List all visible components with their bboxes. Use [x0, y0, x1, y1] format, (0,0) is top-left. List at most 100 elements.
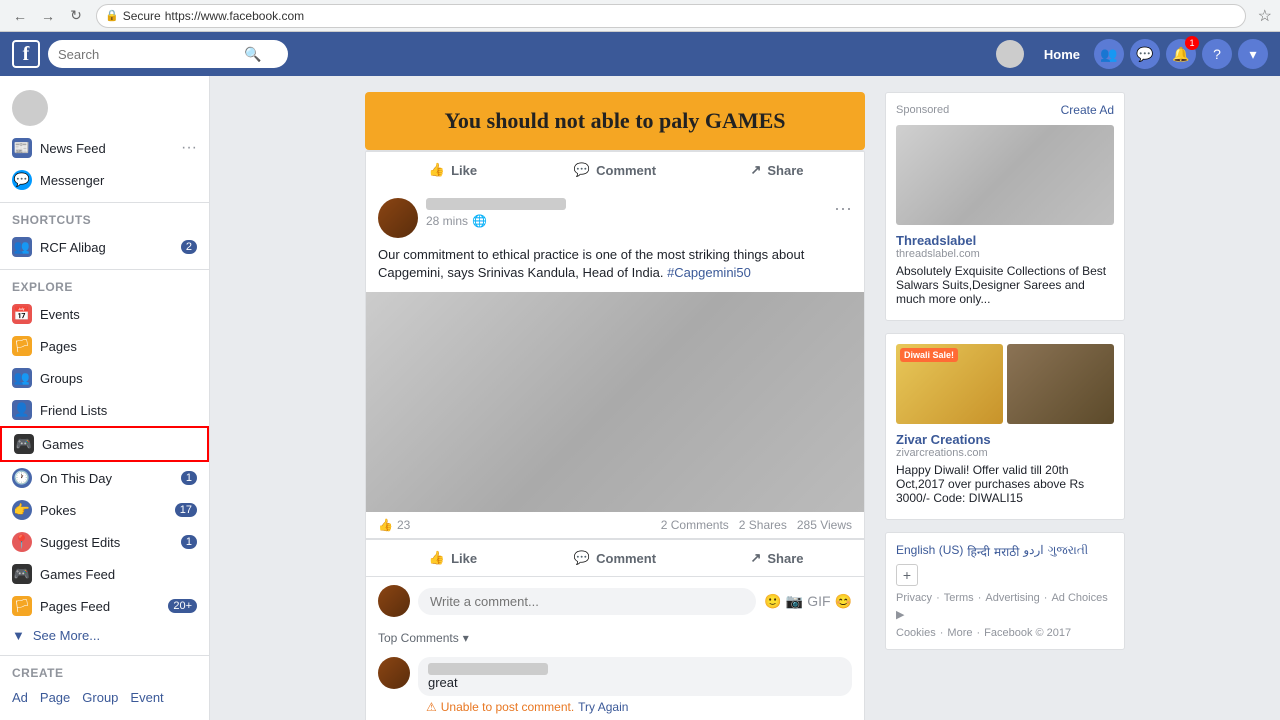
news-feed-more-icon[interactable]: ···: [181, 139, 197, 157]
friends-button[interactable]: 👥: [1094, 39, 1124, 69]
friends-icon: 👥: [1100, 46, 1117, 63]
ad1-brand[interactable]: Threadslabel: [896, 233, 1114, 248]
lang-gujarati[interactable]: ગુજરાતી: [1048, 543, 1089, 560]
sidebar-item-groups[interactable]: 👥 Groups: [0, 362, 209, 394]
news-feed-icon: 📰: [12, 138, 32, 158]
create-group-link[interactable]: Group: [82, 690, 118, 705]
ad1-desc: Absolutely Exquisite Collections of Best…: [896, 264, 1114, 306]
sidebar-item-messenger[interactable]: 💬 Messenger: [0, 164, 209, 196]
try-again-link[interactable]: Try Again: [578, 700, 628, 714]
create-ad-link[interactable]: Ad: [12, 690, 28, 705]
camera-icon[interactable]: 📷: [786, 593, 803, 610]
post-image: [366, 292, 864, 512]
comment-body: great: [418, 657, 852, 696]
like-button[interactable]: 👍 Like: [374, 544, 532, 572]
see-more-text: See More...: [33, 628, 100, 643]
post-time: 28 mins: [426, 214, 468, 228]
sidebar-item-onthisday[interactable]: 🕐 On This Day 1: [0, 462, 209, 494]
comment-error: ⚠ Unable to post comment. Try Again: [418, 700, 852, 714]
sidebar-item-gamesfeed[interactable]: 🎮 Games Feed: [0, 558, 209, 590]
share-icon-top: ↗: [750, 162, 761, 178]
share-button-top[interactable]: ↗ Share: [698, 156, 856, 184]
url-text: https://www.facebook.com: [165, 9, 304, 23]
sticker-icon[interactable]: 😊: [835, 593, 852, 610]
footer-sep-5: ·: [940, 627, 944, 639]
lang-urdu[interactable]: اردو: [1023, 543, 1043, 560]
post-hashtag[interactable]: #Capgemini50: [667, 265, 751, 280]
comment-button[interactable]: 💬 Comment: [536, 544, 694, 572]
like-icon-top: 👍: [429, 162, 445, 178]
sidebar-item-rcfali[interactable]: 👥 RCF Alibag 2: [0, 231, 209, 263]
create-event-link[interactable]: Event: [130, 690, 163, 705]
bookmark-icon[interactable]: ☆: [1258, 6, 1272, 26]
ad2-images: Diwali Sale!: [896, 344, 1114, 424]
ad2-brand[interactable]: Zivar Creations: [896, 432, 1114, 447]
home-link[interactable]: Home: [1044, 47, 1080, 62]
sidebar-item-events[interactable]: 📅 Events: [0, 298, 209, 330]
comment-button-top[interactable]: 💬 Comment: [536, 156, 694, 184]
forward-button[interactable]: →: [36, 4, 60, 28]
sidebar-item-suggestedits[interactable]: 📍 Suggest Edits 1: [0, 526, 209, 558]
privacy-link[interactable]: Privacy: [896, 592, 932, 604]
sidebar-item-games[interactable]: 🎮 Games: [0, 426, 209, 462]
comment-input[interactable]: [418, 588, 756, 615]
comment-text: great: [428, 675, 842, 690]
search-bar[interactable]: 🔍: [48, 40, 288, 68]
more-link[interactable]: More: [947, 627, 972, 639]
share-button[interactable]: ↗ Share: [698, 544, 856, 572]
like-button-top[interactable]: 👍 Like: [374, 156, 532, 184]
suggestedits-count: 1: [181, 535, 197, 549]
lang-hindi[interactable]: हिन्दी: [967, 543, 990, 560]
sidebar-see-more[interactable]: ▼ See More...: [0, 622, 209, 649]
url-bar[interactable]: 🔒 Secure https://www.facebook.com: [96, 4, 1246, 28]
post-header: 28 mins 🌐 ···: [366, 188, 864, 242]
top-comments-header[interactable]: Top Comments ▾: [366, 625, 864, 651]
likes-count: 23: [397, 518, 410, 532]
messenger-button[interactable]: 💬: [1130, 39, 1160, 69]
comment-content: great ⚠ Unable to post comment. Try Agai…: [418, 657, 852, 714]
post-privacy-icon: 🌐: [472, 214, 487, 228]
top-comments-dropdown: ▾: [463, 631, 469, 645]
help-button[interactable]: ?: [1202, 39, 1232, 69]
sidebar-item-pokes[interactable]: 👉 Pokes 17: [0, 494, 209, 526]
shares-count: 2 Shares: [739, 518, 787, 532]
likes-icon: 👍: [378, 518, 393, 532]
create-page-link[interactable]: Page: [40, 690, 70, 705]
account-dropdown-button[interactable]: ▾: [1238, 39, 1268, 69]
search-input[interactable]: [58, 47, 238, 62]
news-feed-label: News Feed: [40, 141, 106, 156]
post-likes: 👍 23: [378, 518, 410, 532]
friendlists-icon: 👤: [12, 400, 32, 420]
sidebar-profile[interactable]: [0, 84, 209, 132]
help-icon: ?: [1213, 46, 1221, 62]
create-ad-link-1[interactable]: Create Ad: [1061, 103, 1114, 117]
pagesfeed-icon: 🏳: [12, 596, 32, 616]
cookies-link[interactable]: Cookies: [896, 627, 936, 639]
notifications-button[interactable]: 🔔 1: [1166, 39, 1196, 69]
gif-icon[interactable]: GIF: [807, 593, 830, 610]
feed-column: You should not able to paly GAMES 👍 Like…: [365, 92, 865, 720]
games-icon: 🎮: [14, 434, 34, 454]
language-links: English (US) हिन्दी मराठी اردو ગુજરાતી +: [896, 543, 1114, 586]
add-language-button[interactable]: +: [896, 564, 918, 586]
sidebar-item-pages[interactable]: 🏳 Pages: [0, 330, 209, 362]
profile-area: [996, 40, 1030, 68]
lang-marathi[interactable]: मराठी: [994, 543, 1019, 560]
post-more-button[interactable]: ···: [834, 198, 852, 219]
advertising-link[interactable]: Advertising: [985, 592, 1039, 604]
content-area: You should not able to paly GAMES 👍 Like…: [210, 76, 1280, 720]
emoji-icon[interactable]: 🙂: [764, 593, 781, 610]
back-button[interactable]: ←: [8, 4, 32, 28]
adchoices-link[interactable]: Ad Choices: [1051, 592, 1107, 604]
nav-avatar: [996, 40, 1024, 68]
sidebar-item-newsfeed[interactable]: 📰 News Feed ···: [0, 132, 209, 164]
refresh-button[interactable]: ↻: [64, 4, 88, 28]
lang-english[interactable]: English (US): [896, 543, 963, 560]
pages-label: Pages: [40, 339, 77, 354]
pokes-icon: 👉: [12, 500, 32, 520]
sidebar-item-pagesfeed[interactable]: 🏳 Pages Feed 20+: [0, 590, 209, 622]
search-icon: 🔍: [244, 46, 261, 63]
sidebar-item-friendlists[interactable]: 👤 Friend Lists: [0, 394, 209, 426]
comment-label-top: Comment: [596, 163, 656, 178]
terms-link[interactable]: Terms: [944, 592, 974, 604]
